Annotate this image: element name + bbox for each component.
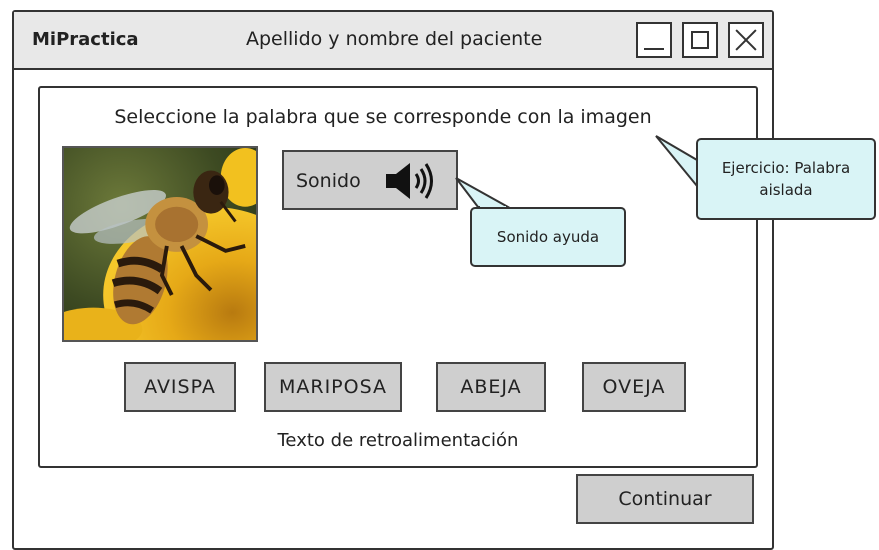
window-title: Apellido y nombre del paciente: [246, 28, 543, 50]
sound-help-callout: Sonido ayuda: [470, 207, 626, 267]
sound-button[interactable]: Sonido: [282, 150, 458, 210]
option-oveja-button[interactable]: OVEJA: [582, 362, 686, 412]
instruction-text: Seleccione la palabra que se corresponde…: [114, 106, 652, 128]
app-name: MiPractica: [32, 29, 139, 50]
option-abeja-button[interactable]: ABEJA: [436, 362, 546, 412]
option-avispa-button[interactable]: AVISPA: [124, 362, 236, 412]
maximize-button[interactable]: [682, 22, 718, 58]
continue-button[interactable]: Continuar: [576, 474, 754, 524]
title-bar: MiPractica Apellido y nombre del pacient…: [14, 12, 772, 70]
exercise-image: [62, 146, 258, 342]
option-mariposa-button[interactable]: MARIPOSA: [264, 362, 402, 412]
exercise-panel: Seleccione la palabra que se corresponde…: [38, 86, 758, 468]
speaker-icon: [386, 163, 433, 199]
bee-image: [64, 148, 256, 340]
feedback-text: Texto de retroalimentación: [277, 430, 519, 451]
close-button[interactable]: [728, 22, 764, 58]
minimize-button[interactable]: [636, 22, 672, 58]
sound-button-label: Sonido: [296, 170, 361, 192]
exercise-type-callout: Ejercicio: Palabra aislada: [696, 138, 876, 220]
app-window: MiPractica Apellido y nombre del pacient…: [12, 10, 774, 550]
